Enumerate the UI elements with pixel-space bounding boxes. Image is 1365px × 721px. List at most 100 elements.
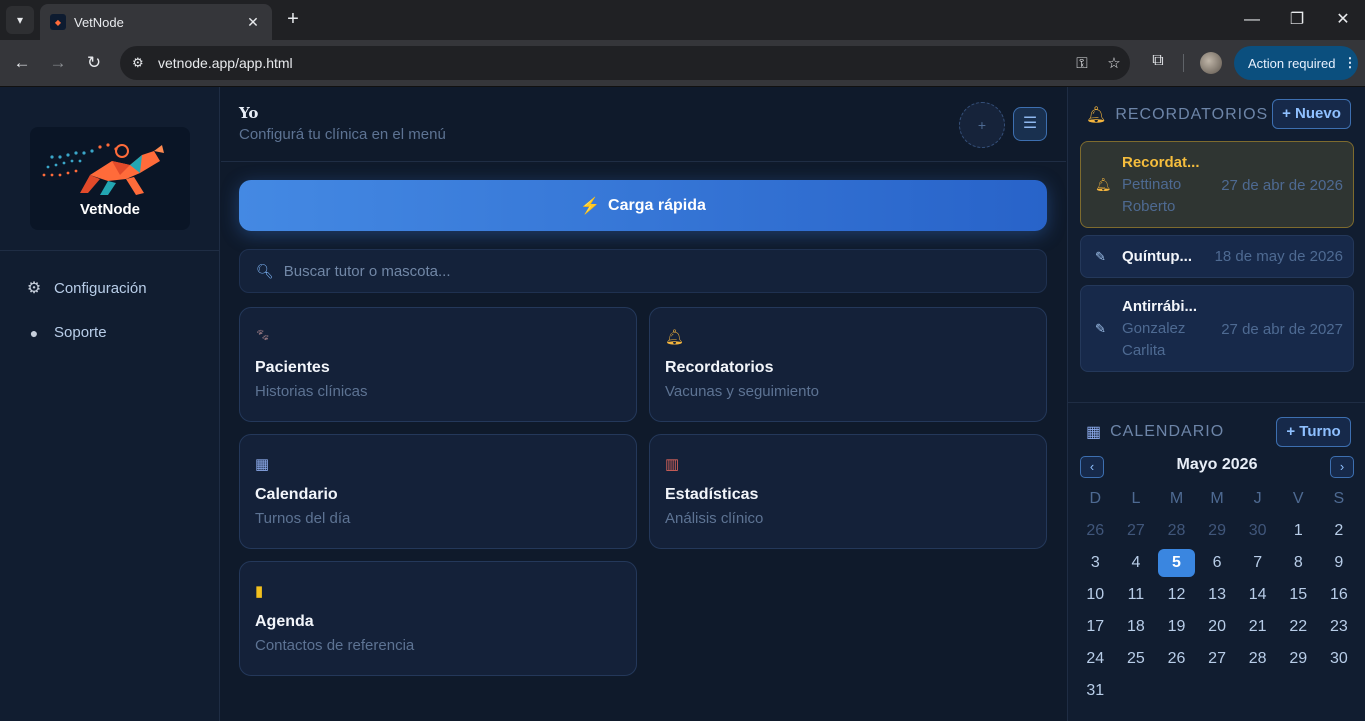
logo-card[interactable]: VetNode	[30, 127, 190, 230]
url-text[interactable]: vetnode.app/app.html	[158, 55, 1066, 71]
search-icon: 🔍︎	[256, 262, 274, 279]
prev-month-button[interactable]: ‹	[1080, 456, 1104, 478]
card-subtitle: Vacunas y seguimiento	[665, 383, 819, 400]
sidebar-item-configuracion[interactable]: ⚙ Configuración	[24, 278, 147, 298]
calendar-day[interactable]: 1	[1278, 515, 1319, 547]
next-month-button[interactable]: ›	[1330, 456, 1354, 478]
back-icon[interactable]: ←	[9, 50, 35, 76]
card-estadisticas[interactable]: ▥ Estadísticas Análisis clínico	[649, 434, 1047, 549]
calendar-day[interactable]: 11	[1116, 579, 1157, 611]
lightning-icon: ⚡	[580, 197, 601, 215]
calendar-day[interactable]: 19	[1156, 611, 1197, 643]
minimize-icon[interactable]: —	[1237, 8, 1267, 32]
reminder-item[interactable]: 🔔︎ Recordat... Pettinato Roberto 27 de a…	[1080, 141, 1354, 228]
weekday-header: D	[1089, 490, 1102, 507]
search-bar[interactable]: 🔍︎	[239, 249, 1047, 293]
card-subtitle: Historias clínicas	[255, 383, 368, 400]
password-key-icon[interactable]: ⚿	[1066, 55, 1098, 72]
bookmark-star-icon[interactable]: ☆	[1098, 54, 1130, 72]
new-tab-button[interactable]: +	[282, 8, 304, 30]
reminder-title: Quíntup...	[1122, 248, 1192, 265]
card-title: Pacientes	[255, 359, 330, 376]
tab-close-icon[interactable]: ✕	[244, 14, 262, 31]
calendar-day-outside[interactable]: 28	[1156, 515, 1197, 547]
reminder-item[interactable]: ✎ Antirrábi... Gonzalez Carlita 27 de ab…	[1080, 285, 1354, 372]
bell-icon: 🔔︎	[1086, 107, 1108, 124]
profile-avatar[interactable]	[1200, 52, 1222, 74]
calendar-day[interactable]: 21	[1237, 611, 1278, 643]
calendar-day[interactable]: 17	[1075, 611, 1116, 643]
browser-tab[interactable]: ◆ VetNode ✕	[40, 4, 272, 40]
reminder-date: 27 de abr de 2026	[1221, 177, 1343, 194]
calendar-day[interactable]: 4	[1116, 547, 1157, 579]
calendar-day[interactable]: 22	[1278, 611, 1319, 643]
calendar-day[interactable]: 26	[1156, 643, 1197, 675]
hamburger-menu-icon[interactable]: ☰	[1013, 107, 1047, 141]
calendar-day[interactable]: 14	[1237, 579, 1278, 611]
calendar-day-outside[interactable]: 30	[1237, 515, 1278, 547]
calendar-day-outside[interactable]: 29	[1197, 515, 1238, 547]
syringe-icon: ✎	[1095, 249, 1106, 264]
calendar-day[interactable]: 20	[1197, 611, 1238, 643]
quick-load-button[interactable]: ⚡ Carga rápida	[239, 180, 1047, 231]
new-appointment-button[interactable]: + Turno	[1276, 417, 1351, 447]
card-pacientes[interactable]: 🐾︎ Pacientes Historias clínicas	[239, 307, 637, 422]
card-calendario[interactable]: ▦ Calendario Turnos del día	[239, 434, 637, 549]
action-required-button[interactable]: Action required ⋮	[1234, 46, 1358, 80]
reminder-item[interactable]: ✎ Quíntup... 18 de may de 2026	[1080, 235, 1354, 278]
calendar-day[interactable]: 13	[1197, 579, 1238, 611]
calendar-day[interactable]: 30	[1319, 643, 1360, 675]
calendar-day[interactable]: 27	[1197, 643, 1238, 675]
sidebar-item-soporte[interactable]: ● Soporte	[24, 324, 107, 341]
bell-icon: 🔔︎	[665, 329, 685, 346]
search-input[interactable]	[283, 262, 984, 280]
calendar-day[interactable]: 15	[1278, 579, 1319, 611]
new-reminder-button[interactable]: + Nuevo	[1272, 99, 1351, 129]
forward-icon[interactable]: →	[45, 50, 71, 76]
card-recordatorios[interactable]: 🔔︎ Recordatorios Vacunas y seguimiento	[649, 307, 1047, 422]
calendar-day[interactable]: 10	[1075, 579, 1116, 611]
calendar-day[interactable]: 18	[1116, 611, 1157, 643]
calendar-day[interactable]: 6	[1197, 547, 1238, 579]
extensions-icon[interactable]: ⧉	[1146, 52, 1170, 70]
reminder-date: 27 de abr de 2027	[1221, 321, 1343, 338]
calendar-day-today[interactable]: 5	[1158, 549, 1195, 577]
sidebar-item-label: Configuración	[54, 279, 147, 297]
calendar-day-outside[interactable]: 27	[1116, 515, 1157, 547]
tab-search-button[interactable]: ▾	[6, 6, 34, 34]
browser-chrome: ▾ ◆ VetNode ✕ + — ❐ ✕ ← → ↻ ⚙ vetnode.ap…	[0, 0, 1365, 87]
calendar-day[interactable]: 24	[1075, 643, 1116, 675]
calendar-icon: ▦	[255, 456, 270, 473]
calendar-day[interactable]: 9	[1319, 547, 1360, 579]
bell-icon: 🔔︎	[1095, 177, 1112, 192]
calendar-day[interactable]: 16	[1319, 579, 1360, 611]
calendar-day[interactable]: 7	[1237, 547, 1278, 579]
paw-icon: 🐾︎	[255, 328, 271, 342]
address-bar[interactable]: ⚙ vetnode.app/app.html ⚿ ☆	[120, 46, 1130, 80]
calendar-day[interactable]: 25	[1116, 643, 1157, 675]
card-subtitle: Análisis clínico	[665, 510, 764, 527]
logo-name: VetNode	[79, 201, 140, 218]
calendar-day[interactable]: 28	[1237, 643, 1278, 675]
calendar-day[interactable]: 12	[1156, 579, 1197, 611]
calendar-day[interactable]: 31	[1075, 675, 1116, 707]
reminders-title: RECORDATORIOS	[1115, 106, 1269, 123]
reload-icon[interactable]: ↻	[81, 50, 107, 76]
calendar-day[interactable]: 3	[1075, 547, 1116, 579]
close-window-icon[interactable]: ✕	[1328, 8, 1358, 32]
card-title: Agenda	[255, 613, 314, 630]
card-agenda[interactable]: ▮ Agenda Contactos de referencia	[239, 561, 637, 676]
quick-load-label: Carga rápida	[608, 196, 706, 214]
calendar-day[interactable]: 8	[1278, 547, 1319, 579]
add-avatar-button[interactable]: +	[959, 102, 1005, 148]
sidebar-divider	[0, 250, 220, 251]
gear-icon: ⚙	[26, 280, 42, 297]
calendar-day[interactable]: 2	[1319, 515, 1360, 547]
speech-bubble-icon: ●	[29, 324, 39, 341]
site-info-icon[interactable]: ⚙	[132, 55, 152, 71]
card-title: Calendario	[255, 486, 338, 503]
calendar-day[interactable]: 23	[1319, 611, 1360, 643]
calendar-day-outside[interactable]: 26	[1075, 515, 1116, 547]
restore-icon[interactable]: ❐	[1282, 8, 1312, 32]
calendar-day[interactable]: 29	[1278, 643, 1319, 675]
